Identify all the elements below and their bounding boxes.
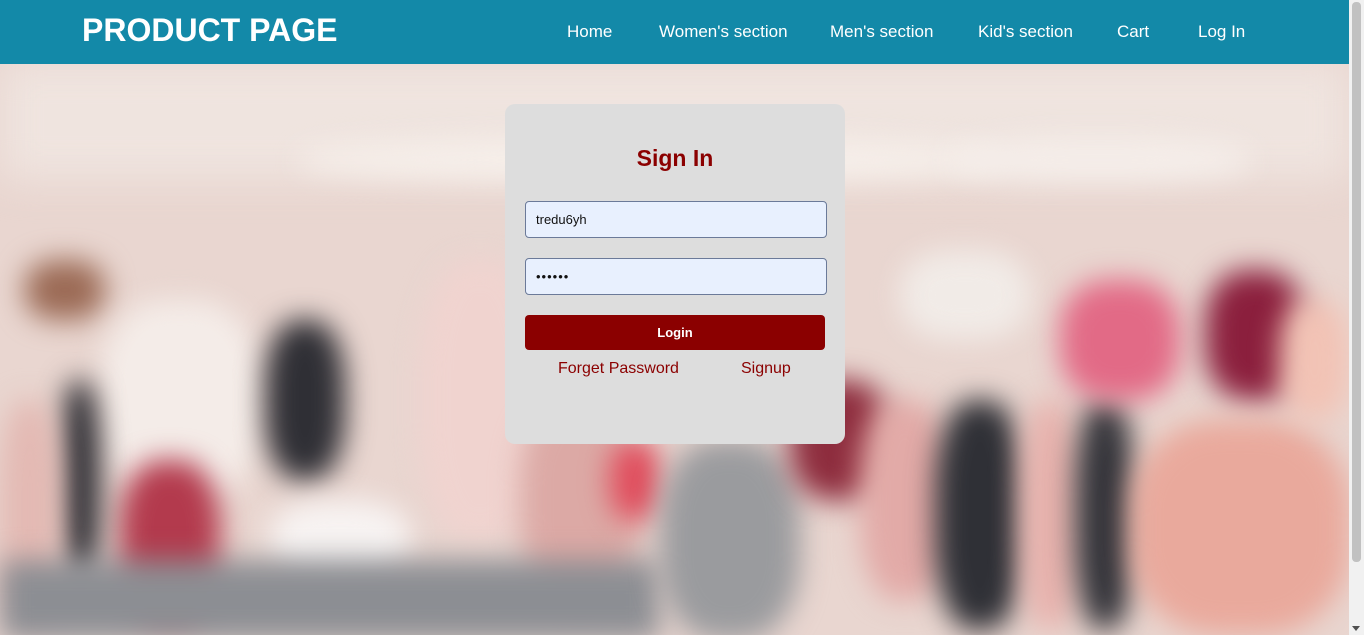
forget-password-link[interactable]: Forget Password <box>558 360 679 378</box>
page: PRODUCT PAGE Home Women's section Men's … <box>0 0 1364 635</box>
signin-title: Sign In <box>636 145 714 171</box>
nav-link-mens-section[interactable]: Men's section <box>830 22 933 42</box>
signup-link[interactable]: Signup <box>741 360 791 378</box>
signin-card: Sign In Login Forget Password Signup <box>505 104 845 444</box>
nav-link-home[interactable]: Home <box>567 22 612 42</box>
nav-link-login[interactable]: Log In <box>1198 22 1245 42</box>
password-input[interactable] <box>525 258 827 295</box>
username-input[interactable] <box>525 201 827 238</box>
login-button[interactable]: Login <box>525 315 825 350</box>
nav-link-kids-section[interactable]: Kid's section <box>978 22 1073 42</box>
top-navbar: PRODUCT PAGE Home Women's section Men's … <box>0 0 1349 64</box>
nav-link-womens-section[interactable]: Women's section <box>659 22 788 42</box>
scroll-down-arrow-icon[interactable] <box>1352 626 1360 631</box>
scrollbar-thumb[interactable] <box>1352 2 1361 562</box>
nav-links: Home Women's section Men's section Kid's… <box>0 0 1349 64</box>
nav-link-cart[interactable]: Cart <box>1117 22 1149 42</box>
vertical-scrollbar[interactable] <box>1349 0 1364 635</box>
